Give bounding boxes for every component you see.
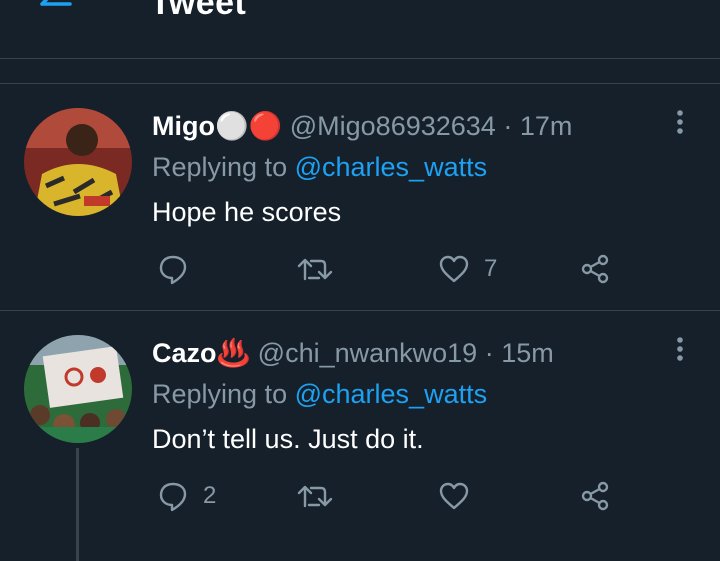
more-options-icon[interactable] [670,335,690,365]
display-name[interactable]: Cazo [152,338,217,368]
reply-count: 2 [203,482,217,509]
share-icon [581,481,609,511]
replying-to: Replying to @charles_watts [152,152,487,183]
section-gap [0,59,720,84]
like-count: 7 [484,255,498,282]
share-icon [581,254,609,284]
mention-link[interactable]: @charles_watts [295,379,487,409]
like-button[interactable]: 7 [438,252,497,286]
separator-dot: · [495,111,520,141]
thread-line [76,448,79,561]
avatar[interactable] [24,108,132,216]
display-name[interactable]: Migo [152,111,215,141]
like-button[interactable] [438,479,484,513]
tweet[interactable]: Migo⚪🔴 @Migo86932634 · 17m Replying to @… [0,84,720,311]
reply-button[interactable] [157,252,203,286]
mention-link[interactable]: @charles_watts [295,152,487,182]
tweet-text: Don’t tell us. Just do it. [152,424,424,454]
replying-to: Replying to @charles_watts [152,379,487,410]
retweet-button[interactable] [297,479,347,513]
username[interactable]: @chi_nwankwo19 [258,338,478,368]
page-title: Tweet [150,0,247,22]
username[interactable]: @Migo86932634 [290,111,496,141]
avatar[interactable] [24,335,132,443]
share-button[interactable] [579,252,611,286]
timestamp: 17m [519,111,573,141]
retweet-icon [297,485,333,508]
reply-button[interactable]: 2 [157,479,216,513]
tweet-text: Hope he scores [152,197,342,227]
back-arrow-icon[interactable] [38,0,74,22]
top-bar: Tweet [0,0,720,59]
heart-icon [439,255,469,283]
heart-icon [439,482,469,510]
replying-prefix: Replying to [152,379,288,409]
timestamp: 15m [501,338,554,368]
name-emoji: ♨️ [216,338,251,368]
tweet-header: Cazo♨️ @chi_nwankwo19 · 15m [152,337,554,369]
tweet-header: Migo⚪🔴 @Migo86932634 · 17m [152,110,572,142]
tweet[interactable]: Cazo♨️ @chi_nwankwo19 · 15m Replying to … [0,311,720,561]
separator-dot: · [477,338,502,368]
share-button[interactable] [579,479,611,513]
name-emoji: ⚪🔴 [214,111,283,141]
retweet-button[interactable] [297,252,347,286]
replying-prefix: Replying to [152,152,288,182]
reply-icon [159,482,187,512]
retweet-icon [297,258,333,281]
reply-icon [159,255,187,285]
more-options-icon[interactable] [670,108,690,138]
